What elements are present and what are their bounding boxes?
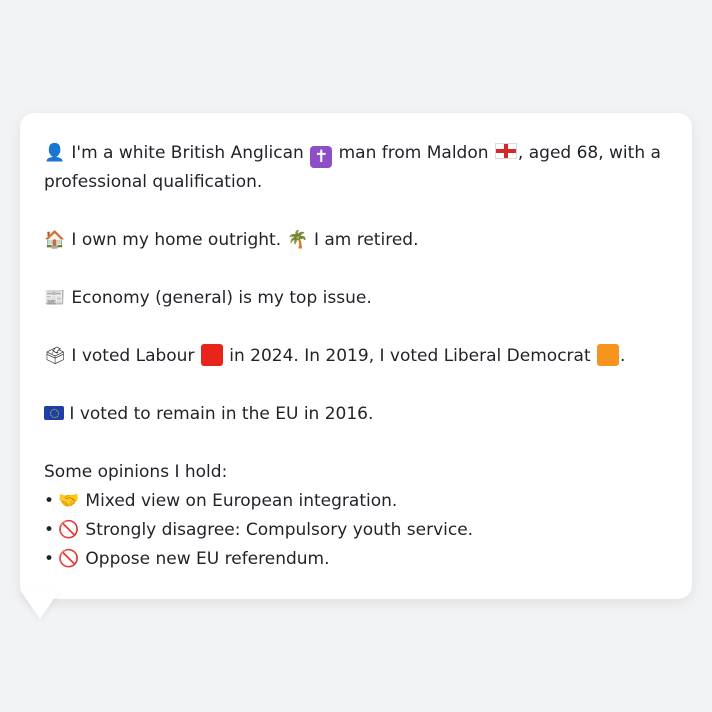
opinions-paragraph: Some opinions I hold: • 🤝 Mixed view on E… <box>44 458 668 574</box>
bullet: • <box>44 549 55 569</box>
bubble-tail <box>20 590 60 619</box>
identity-paragraph: 👤 I'm a white British Anglican ✝ man fro… <box>44 139 668 197</box>
housing-text: I own my home outright. <box>71 230 282 250</box>
opinion-item: • 🚫 Oppose new EU referendum. <box>44 545 668 574</box>
england-flag-icon <box>494 143 517 159</box>
prohibited-icon: 🚫 <box>58 549 80 569</box>
vote-text-post: . <box>620 346 626 366</box>
top-issue-paragraph: 📰 Economy (general) is my top issue. <box>44 284 668 313</box>
eu-referendum-paragraph: I voted to remain in the EU in 2016. <box>44 400 668 429</box>
prohibited-icon: 🚫 <box>58 520 80 540</box>
identity-text-mid: man from Maldon <box>338 143 489 163</box>
opinion-text: Mixed view on European integration. <box>85 491 398 511</box>
opinion-item: • 🤝 Mixed view on European integration. <box>44 487 668 516</box>
top-issue-text: Economy (general) is my top issue. <box>71 288 372 308</box>
opinions-heading: Some opinions I hold: <box>44 462 228 482</box>
housing-paragraph: 🏠 I own my home outright. 🌴 I am retired… <box>44 226 668 255</box>
opinion-item: • 🚫 Strongly disagree: Compulsory youth s… <box>44 516 668 545</box>
bullet: • <box>44 520 55 540</box>
palm-tree-icon: 🌴 <box>286 230 309 250</box>
opinion-text: Strongly disagree: Compulsory youth serv… <box>85 520 474 540</box>
bust-in-silhouette-icon: 👤 <box>44 143 66 163</box>
eu-referendum-text: I voted to remain in the EU in 2016. <box>69 404 374 424</box>
handshake-icon: 🤝 <box>58 491 80 511</box>
opinion-text: Oppose new EU referendum. <box>85 549 330 569</box>
libdem-orange-square-icon <box>597 344 620 366</box>
identity-text-pre: I'm a white British Anglican <box>71 143 304 163</box>
eu-flag-icon <box>44 406 64 420</box>
voting-paragraph: 🗳 I voted Labour in 2024. In 2019, I vot… <box>44 342 668 371</box>
newspaper-icon: 📰 <box>44 288 66 308</box>
house-icon: 🏠 <box>44 230 66 250</box>
persona-message-bubble: 👤 I'm a white British Anglican ✝ man fro… <box>20 113 692 599</box>
ballot-box-icon: 🗳 <box>44 346 66 366</box>
vote-text-pre: I voted Labour <box>71 346 195 366</box>
labour-red-square-icon <box>200 344 223 366</box>
bullet: • <box>44 491 55 511</box>
employment-text: I am retired. <box>313 230 419 250</box>
vote-text-mid: in 2024. In 2019, I voted Liberal Democr… <box>229 346 591 366</box>
identity-text-post: , aged 68, with a <box>517 143 661 163</box>
latin-cross-icon: ✝ <box>310 146 333 168</box>
identity-text-cont: professional qualification. <box>44 172 263 192</box>
